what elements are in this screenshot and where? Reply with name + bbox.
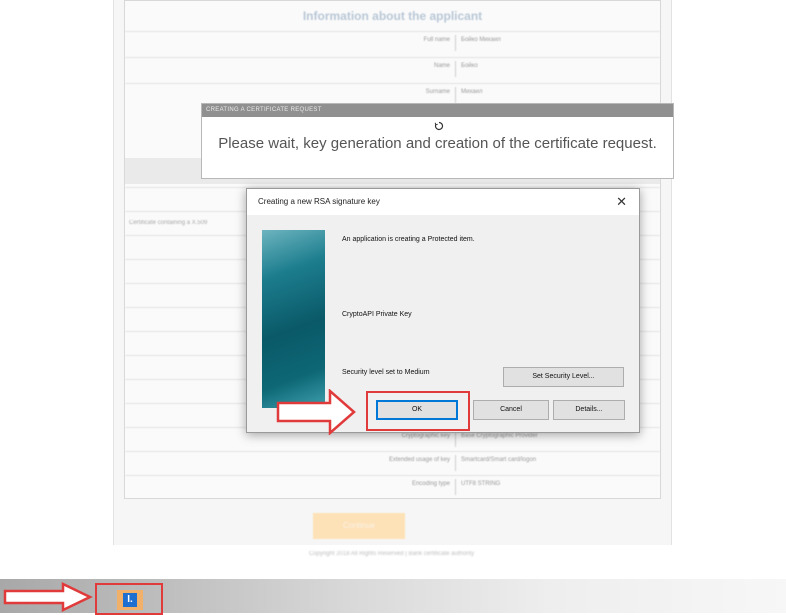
loading-spinner-icon xyxy=(434,121,444,134)
dialog-title: Creating a new RSA signature key xyxy=(258,197,380,206)
divider xyxy=(455,61,456,77)
form-row-value: Smartcard/Smart card/logon xyxy=(461,457,537,463)
dialog-info-text: An application is creating a Protected i… xyxy=(342,236,475,243)
form-row-value: Base Cryptographic Provider xyxy=(461,433,538,439)
divider xyxy=(455,431,456,447)
spinner-graphic xyxy=(434,121,444,131)
cancel-button[interactable]: Cancel xyxy=(473,400,549,420)
right-arrow-outline-icon xyxy=(276,389,356,435)
right-arrow-outline-icon xyxy=(3,582,93,612)
form-title: Information about the applicant xyxy=(302,9,483,23)
form-row: Encoding type UTF8 STRING xyxy=(125,475,660,498)
form-row-label: Cryptographic key xyxy=(401,433,450,439)
dialog-titlebar: Creating a new RSA signature key ✕ xyxy=(247,189,639,215)
security-level-text: Security level set to Medium xyxy=(342,369,430,376)
key-name-text: CryptoAPI Private Key xyxy=(342,311,412,318)
divider xyxy=(455,35,456,51)
form-row: Full name Бойко Михаил xyxy=(125,31,660,54)
form-row-value: UTF8 STRING xyxy=(461,481,501,487)
form-row-value: Михаил xyxy=(461,89,483,95)
panel-header: CREATING A CERTIFICATE REQUEST xyxy=(202,104,673,117)
copyright-text: Copyright 2018 All Rights Reserved | Ban… xyxy=(308,551,475,557)
close-icon[interactable]: ✕ xyxy=(616,194,627,210)
form-row-label: Name xyxy=(433,63,450,69)
details-button[interactable]: Details... xyxy=(553,400,625,420)
divider xyxy=(455,479,456,495)
continue-button[interactable]: Continue xyxy=(313,513,405,539)
form-row-value: Бойко Михаил xyxy=(461,37,501,43)
divider xyxy=(455,87,456,103)
taskbar-highlight-box xyxy=(95,583,163,615)
form-row-label: Full name xyxy=(423,37,450,43)
ok-highlight-box xyxy=(366,391,470,431)
side-label: Certificate containing a X.509 xyxy=(129,220,208,226)
form-row: Name Бойко xyxy=(125,57,660,80)
set-security-level-button[interactable]: Set Security Level... xyxy=(503,367,624,387)
form-row-label: Extended usage of key xyxy=(388,457,450,463)
progress-message: Please wait, key generation and creation… xyxy=(218,135,657,152)
certificate-request-panel: CREATING A CERTIFICATE REQUEST Please wa… xyxy=(201,103,674,179)
form-row-value: Бойко xyxy=(461,63,478,69)
divider xyxy=(455,455,456,471)
form-row: Extended usage of key Smartcard/Smart ca… xyxy=(125,451,660,474)
dialog-side-image xyxy=(262,230,325,408)
form-row-label: Encoding type xyxy=(411,481,450,487)
form-row-label: Surname xyxy=(425,89,450,95)
